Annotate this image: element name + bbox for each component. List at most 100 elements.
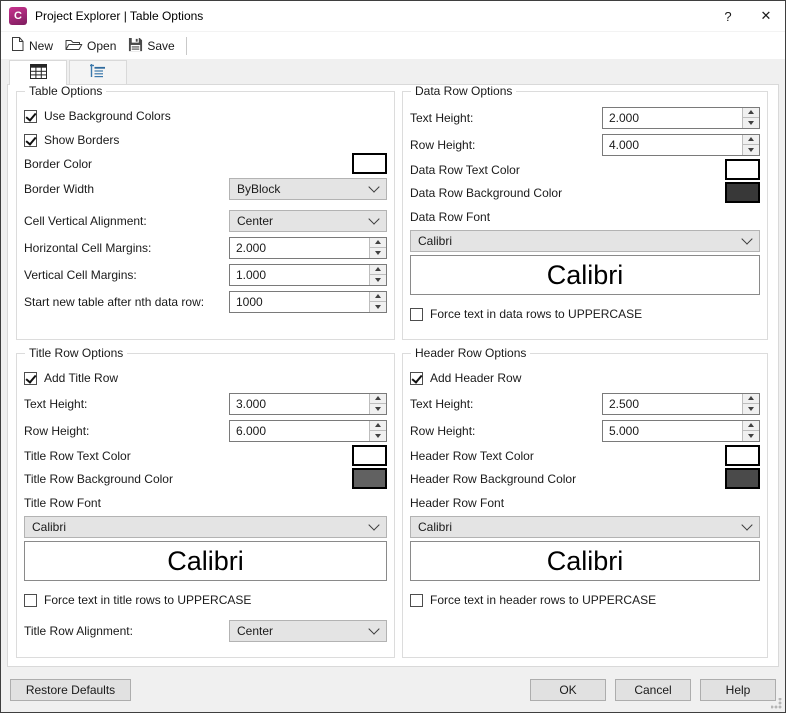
new-button[interactable]: New [5, 33, 60, 59]
group-title: Title Row Options [25, 346, 128, 360]
vertical-cell-margins-spinner[interactable]: 1.000 [229, 263, 387, 286]
header-row-font-label: Header Row Font [410, 496, 505, 510]
help-button[interactable]: Help [700, 678, 776, 701]
header-row-background-color-label: Header Row Background Color [410, 471, 577, 486]
spin-up-button[interactable] [743, 107, 759, 118]
spin-up-button[interactable] [370, 291, 386, 302]
data-row-background-color-swatch[interactable] [725, 182, 760, 203]
text-height-label: Text Height: [410, 110, 474, 125]
spin-down-button[interactable] [370, 404, 386, 414]
spin-up-button[interactable] [743, 393, 759, 404]
dropdown-value: Calibri [32, 520, 67, 534]
open-button[interactable]: Open [60, 33, 123, 59]
checkbox-box [410, 307, 423, 321]
cell-vertical-alignment-row: Cell Vertical Alignment: Center [24, 207, 387, 234]
border-width-dropdown[interactable]: ByBlock [229, 177, 387, 200]
spin-down-button[interactable] [370, 302, 386, 312]
group-title: Data Row Options [411, 85, 517, 98]
spin-up-button[interactable] [370, 420, 386, 431]
spin-up-button[interactable] [370, 264, 386, 275]
spinner-value: 6.000 [236, 423, 267, 438]
add-header-row-checkbox[interactable]: Add Header Row [410, 366, 760, 390]
open-folder-icon [65, 37, 83, 55]
help-icon: ? [724, 8, 732, 24]
header-row-background-color-row: Header Row Background Color [410, 467, 760, 490]
outline-list-icon [90, 63, 106, 82]
tab-style-list[interactable] [69, 60, 127, 84]
restore-defaults-button[interactable]: Restore Defaults [10, 678, 131, 701]
add-title-row-checkbox[interactable]: Add Title Row [24, 366, 387, 390]
title-row-background-color-swatch[interactable] [352, 468, 387, 489]
row-height-label: Row Height: [410, 137, 476, 152]
header-row-background-color-swatch[interactable] [725, 468, 760, 489]
checkbox-box [24, 371, 37, 385]
close-button[interactable]: ✕ [747, 1, 785, 31]
header-text-height-spinner[interactable]: 2.500 [602, 392, 760, 415]
checkbox-box [410, 593, 423, 607]
window-title: Project Explorer | Table Options [35, 9, 204, 23]
spin-down-button[interactable] [370, 248, 386, 258]
spin-down-button[interactable] [743, 145, 759, 155]
data-row-font-preview: Calibri [410, 255, 760, 295]
use-background-colors-checkbox[interactable]: Use Background Colors [24, 104, 387, 128]
show-borders-checkbox[interactable]: Show Borders [24, 128, 387, 152]
spin-down-button[interactable] [743, 118, 759, 128]
data-row-font-dropdown[interactable]: Calibri [410, 230, 760, 252]
border-color-swatch[interactable] [352, 153, 387, 174]
border-width-row: Border Width ByBlock [24, 175, 387, 202]
group-title: Table Options [25, 85, 107, 98]
checkbox-label: Force text in header rows to UPPERCASE [430, 593, 657, 607]
title-row-height-spinner[interactable]: 6.000 [229, 419, 387, 442]
title-bar: C Project Explorer | Table Options ? ✕ [1, 1, 785, 31]
spin-down-button[interactable] [743, 404, 759, 414]
spinner-value: 2.000 [236, 240, 267, 255]
spin-up-button[interactable] [370, 393, 386, 404]
header-rows-uppercase-checkbox[interactable]: Force text in header rows to UPPERCASE [410, 588, 760, 612]
header-row-text-color-label: Header Row Text Color [410, 448, 534, 463]
dropdown-value: Calibri [418, 234, 453, 248]
title-row-alignment-dropdown[interactable]: Center [229, 619, 387, 642]
spin-up-button[interactable] [370, 237, 386, 248]
start-new-table-label: Start new table after nth data row: [24, 294, 205, 309]
group-title: Header Row Options [411, 346, 531, 360]
spin-down-button[interactable] [370, 431, 386, 441]
vertical-cell-margins-label: Vertical Cell Margins: [24, 267, 137, 282]
title-rows-uppercase-checkbox[interactable]: Force text in title rows to UPPERCASE [24, 588, 387, 612]
header-row-height-spinner[interactable]: 5.000 [602, 419, 760, 442]
tab-table-options[interactable] [9, 60, 67, 85]
title-row-font-dropdown[interactable]: Calibri [24, 516, 387, 538]
data-row-text-color-swatch[interactable] [725, 159, 760, 180]
spin-up-button[interactable] [743, 134, 759, 145]
text-height-label: Text Height: [410, 396, 474, 411]
start-new-table-row: Start new table after nth data row: 1000 [24, 288, 387, 315]
spin-down-button[interactable] [743, 431, 759, 441]
chevron-down-icon [368, 180, 380, 193]
header-row-font-dropdown[interactable]: Calibri [410, 516, 760, 538]
start-new-table-spinner[interactable]: 1000 [229, 290, 387, 313]
resize-grip[interactable] [771, 698, 782, 709]
dropdown-value: Calibri [418, 520, 453, 534]
cancel-button[interactable]: Cancel [615, 678, 691, 701]
save-button[interactable]: Save [123, 33, 181, 59]
title-row-text-color-swatch[interactable] [352, 445, 387, 466]
cell-vertical-alignment-dropdown[interactable]: Center [229, 209, 387, 232]
spin-up-button[interactable] [743, 420, 759, 431]
data-rows-uppercase-checkbox[interactable]: Force text in data rows to UPPERCASE [410, 302, 760, 326]
spin-down-button[interactable] [370, 275, 386, 285]
data-text-height-spinner[interactable]: 2.000 [602, 106, 760, 129]
data-row-background-color-label: Data Row Background Color [410, 185, 563, 200]
border-color-row: Border Color [24, 152, 387, 175]
data-row-text-color-row: Data Row Text Color [410, 158, 760, 181]
ok-button[interactable]: OK [530, 678, 606, 701]
data-row-height-spinner[interactable]: 4.000 [602, 133, 760, 156]
data-row-text-color-label: Data Row Text Color [410, 162, 520, 177]
title-text-height-spinner[interactable]: 3.000 [229, 392, 387, 415]
header-row-text-color-swatch[interactable] [725, 445, 760, 466]
chevron-down-icon [368, 622, 380, 635]
horizontal-cell-margins-spinner[interactable]: 2.000 [229, 236, 387, 259]
horizontal-cell-margins-label: Horizontal Cell Margins: [24, 240, 152, 255]
spinner-value: 5.000 [609, 423, 640, 438]
horizontal-cell-margins-row: Horizontal Cell Margins: 2.000 [24, 234, 387, 261]
help-caption-button[interactable]: ? [709, 1, 747, 31]
checkbox-box [24, 133, 37, 147]
